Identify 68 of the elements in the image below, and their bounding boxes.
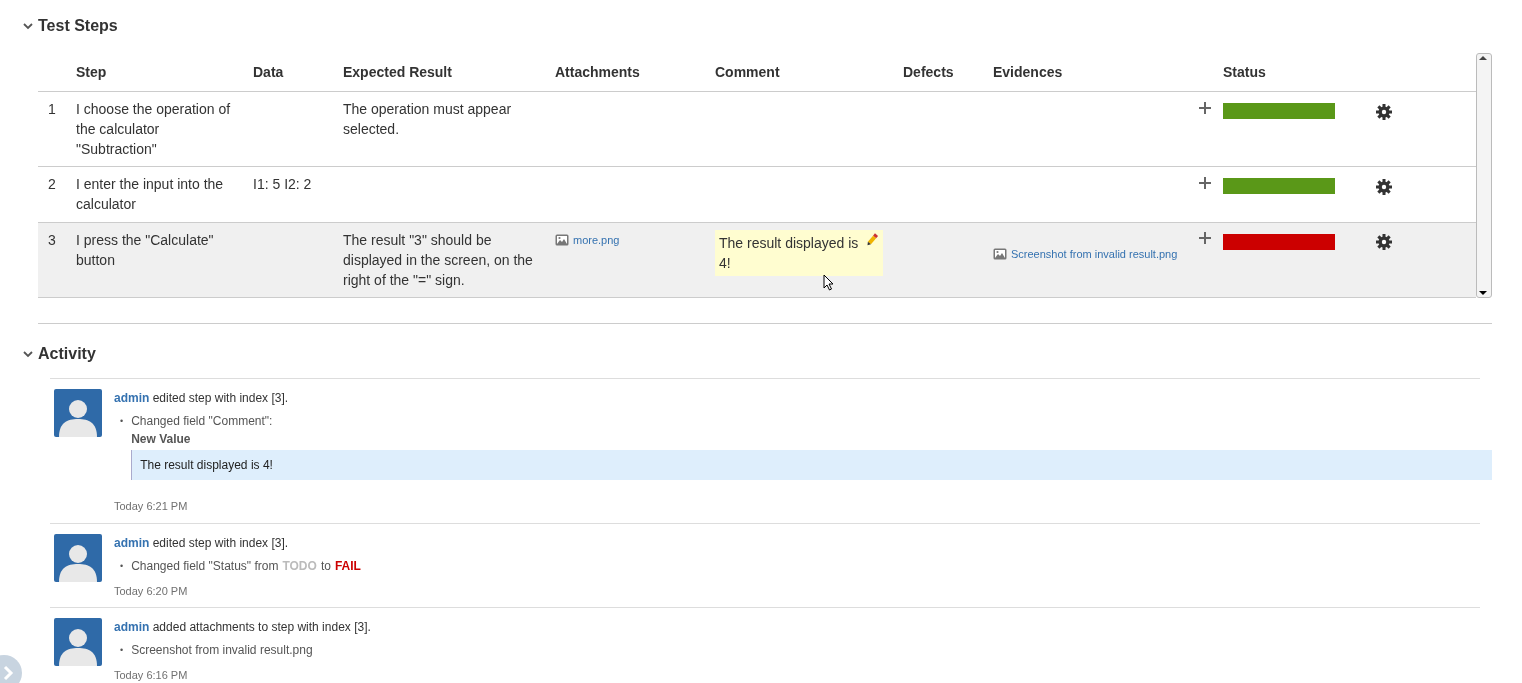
column-header: Comment	[709, 54, 897, 92]
change-text: Changed field "Status" from	[131, 557, 279, 575]
image-icon	[555, 233, 569, 246]
bullet: •	[120, 415, 124, 428]
column-header: Attachments	[549, 54, 709, 92]
user-link[interactable]: admin	[114, 535, 150, 550]
status-label: FAIL	[334, 557, 361, 575]
change-text: Changed field "Comment":	[131, 413, 274, 430]
table-row[interactable]: 2 I enter the input into the calculator I1: 5 I2: 2	[38, 166, 1476, 223]
column-header: Status	[1217, 54, 1370, 92]
timestamp: Today 6:21 PM	[114, 499, 189, 514]
bullet: •	[120, 559, 124, 573]
column-header: Defects	[897, 54, 987, 92]
gear-icon	[1376, 179, 1392, 196]
column-header: Step	[70, 54, 247, 92]
column-header: Evidences	[987, 54, 1217, 92]
table-cell: I1: 5 I2: 2	[253, 176, 312, 193]
chevron-icon[interactable]	[22, 20, 34, 32]
activity-text: added attachments to step with index [3].	[152, 620, 371, 634]
user-link[interactable]: admin	[114, 620, 150, 634]
table-cell: The result "3" should be displayed in the screen, on the right of the "=" sign.	[343, 231, 533, 288]
comment-text: The result displayed is 4!	[719, 233, 860, 273]
scrollbar[interactable]	[1476, 53, 1492, 298]
attachment-link[interactable]: more.png	[573, 229, 620, 250]
timestamp: Today 6:20 PM	[114, 583, 189, 599]
table-cell: I enter the input into the calculator	[76, 176, 224, 213]
chevron-right-icon	[2, 665, 14, 681]
status-bar[interactable]	[1223, 233, 1335, 250]
row-number: 1	[48, 101, 56, 117]
mouse-cursor-icon	[823, 273, 835, 291]
table-cell: I press the "Calculate" button	[76, 231, 214, 268]
add-button[interactable]	[1199, 174, 1211, 191]
status-label: TODO	[282, 557, 317, 575]
row-number: 2	[48, 176, 56, 193]
add-button[interactable]	[1199, 99, 1211, 115]
avatar-icon	[54, 389, 102, 437]
column-header: Expected Result	[337, 54, 549, 92]
plus-icon	[1199, 101, 1211, 114]
row-number: 3	[48, 231, 56, 248]
status-bar[interactable]	[1223, 178, 1335, 195]
table-cell: The operation must appear selected.	[343, 101, 512, 137]
scroll-up-icon[interactable]	[1477, 54, 1489, 62]
new-value-block: The result displayed is 4!	[131, 450, 1492, 480]
plus-icon	[1199, 232, 1211, 245]
section-title: Test Steps	[38, 16, 118, 36]
user-link[interactable]: admin	[114, 391, 150, 405]
pencil-icon[interactable]	[865, 232, 879, 247]
chevron-icon[interactable]	[22, 348, 34, 360]
activity-text: edited step with index [3].	[152, 535, 289, 550]
bullet: •	[120, 644, 124, 657]
table-row[interactable]: 1 I choose the operation of the calculator "Subtraction" The operation must appear selected.	[38, 91, 1476, 167]
add-button[interactable]	[1199, 229, 1211, 246]
section-title: Activity	[38, 344, 96, 364]
gear-icon	[1376, 103, 1392, 120]
plus-icon	[1199, 177, 1211, 190]
avatar-icon	[54, 533, 102, 582]
image-icon	[993, 247, 1007, 260]
scroll-down-icon[interactable]	[1477, 289, 1489, 297]
table-row[interactable]: 3 I press the "Calculate" button The result "3" should be displayed in the screen, on the right of the "=" sign. more.png The result displayed is 4! Screenshot from invalid result.png	[38, 222, 1476, 298]
activity-text: edited step with index [3].	[152, 391, 289, 405]
avatar-icon	[54, 618, 102, 666]
change-text: to	[320, 557, 331, 575]
value-label: New Value	[131, 431, 192, 448]
change-text: Screenshot from invalid result.png	[131, 643, 313, 657]
gear-icon	[1376, 234, 1392, 251]
column-header: Data	[247, 54, 337, 92]
table-cell: I choose the operation of the calculator "Subtraction"	[76, 101, 231, 157]
timestamp: Today 6:16 PM	[114, 668, 189, 683]
